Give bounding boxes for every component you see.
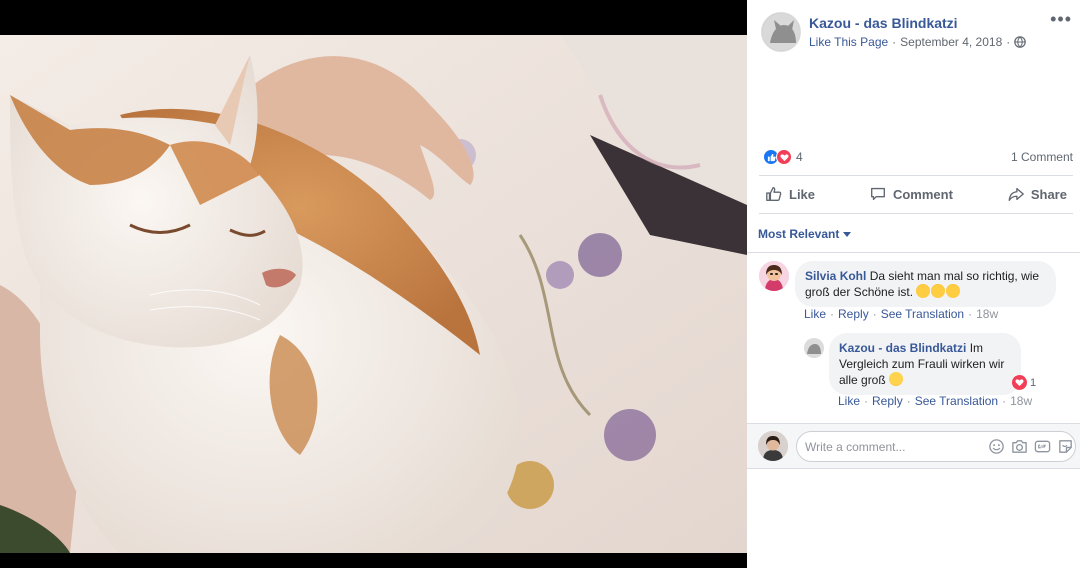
cat-photo[interactable] — [0, 35, 747, 553]
post-actions: Like Comment Share — [759, 176, 1073, 212]
separator: · — [864, 394, 869, 408]
gif-icon[interactable] — [1034, 438, 1051, 455]
reactions-summary: 4 1 Comment — [763, 148, 1073, 166]
page-avatar[interactable] — [761, 12, 801, 52]
laughing-emoji — [889, 372, 904, 386]
reply-reaction-count: 1 — [1030, 376, 1037, 389]
comment-item — [759, 261, 789, 291]
reply-reaction-badge[interactable]: 1 — [1012, 375, 1037, 390]
comment-bubble: Silvia Kohl Da sieht man mal so richtig,… — [795, 261, 1056, 307]
cartoon-avatar-picture — [759, 261, 789, 291]
heart-eyes-cat-emoji — [931, 284, 946, 298]
like-button-label: Like — [789, 186, 816, 202]
caret-down-icon — [843, 231, 852, 237]
reply-author[interactable]: Kazou - das Blindkatzi — [839, 341, 966, 355]
comment-reply-link[interactable]: Reply — [838, 307, 869, 321]
separator: · — [968, 307, 973, 321]
more-options-button[interactable]: ••• — [1050, 10, 1072, 28]
comment-sort-dropdown[interactable]: Most Relevant — [758, 227, 852, 241]
like-page-link[interactable]: Like This Page — [809, 35, 888, 49]
separator: · — [1002, 394, 1007, 408]
reply-actions: Like · Reply · See Translation · 18w — [838, 394, 1032, 408]
reply-timestamp[interactable]: 18w — [1010, 394, 1032, 408]
divider — [759, 213, 1073, 214]
comment-like-link[interactable]: Like — [804, 307, 826, 321]
comment-button[interactable]: Comment — [869, 185, 953, 203]
photo-post-viewer: Kazou - das Blindkatzi Like This Page · … — [0, 0, 1080, 568]
photo-viewer — [0, 0, 747, 568]
cat-profile-picture — [804, 338, 824, 358]
meta-separator-2: · — [1006, 35, 1011, 49]
heart-eyes-cat-emoji — [916, 284, 931, 298]
share-button-label: Share — [1030, 186, 1067, 202]
globe-icon[interactable] — [1014, 36, 1027, 48]
comment-timestamp[interactable]: 18w — [976, 307, 998, 321]
comment-composer: Write a comment... — [747, 423, 1080, 469]
thumbs-up-icon — [766, 187, 782, 201]
share-button[interactable]: Share — [1007, 185, 1067, 203]
reaction-count[interactable]: 4 — [796, 150, 803, 164]
sort-label: Most Relevant — [758, 227, 840, 241]
current-user-avatar[interactable] — [758, 431, 788, 461]
sticker-icon[interactable] — [1057, 438, 1074, 455]
post-details-panel: Kazou - das Blindkatzi Like This Page · … — [747, 0, 1080, 568]
emoji-icon[interactable] — [988, 438, 1005, 455]
separator: · — [872, 307, 877, 321]
separator: · — [906, 394, 911, 408]
see-translation-link[interactable]: See Translation — [881, 307, 964, 321]
reply-reply-link[interactable]: Reply — [872, 394, 903, 408]
see-translation-link[interactable]: See Translation — [915, 394, 998, 408]
cat-photo-illustration — [0, 35, 747, 553]
share-icon — [1008, 187, 1024, 201]
reaction-icons[interactable] — [763, 149, 792, 165]
heart-eyes-cat-emoji — [946, 284, 961, 298]
comment-input-placeholder: Write a comment... — [805, 439, 906, 454]
comment-count-link[interactable]: 1 Comment — [1011, 150, 1073, 164]
composer-tools — [988, 431, 1080, 462]
camera-icon[interactable] — [1011, 438, 1028, 455]
user-profile-picture — [758, 431, 788, 461]
post-meta: Like This Page · September 4, 2018 · — [809, 35, 1027, 49]
comment-icon — [870, 187, 885, 201]
separator: · — [830, 307, 835, 321]
commenter-avatar[interactable] — [759, 261, 789, 291]
comment-button-label: Comment — [892, 186, 953, 202]
divider — [747, 252, 1080, 253]
reply-avatar[interactable] — [804, 338, 824, 358]
page-name-link[interactable]: Kazou - das Blindkatzi — [809, 15, 958, 31]
reply-bubble: Kazou - das Blindkatzi Im Vergleich zum … — [829, 333, 1021, 395]
love-reaction-icon — [1012, 375, 1027, 390]
comment-author[interactable]: Silvia Kohl — [805, 269, 866, 283]
like-button[interactable]: Like — [765, 185, 815, 203]
reply-like-link[interactable]: Like — [838, 394, 860, 408]
comment-actions: Like · Reply · See Translation · 18w — [804, 307, 998, 321]
meta-separator: · — [892, 35, 897, 49]
post-date[interactable]: September 4, 2018 — [900, 35, 1002, 49]
cat-profile-picture — [762, 13, 800, 51]
love-reaction-icon — [776, 149, 792, 165]
